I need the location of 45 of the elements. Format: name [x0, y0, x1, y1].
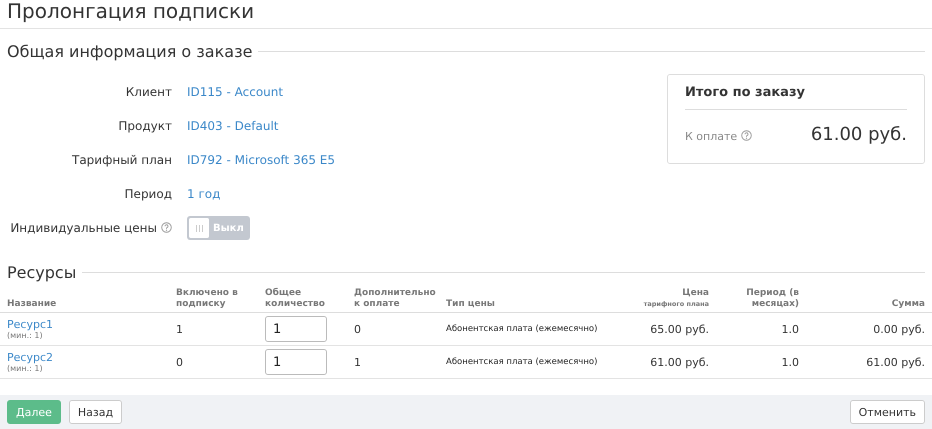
field-label: Клиент [124, 84, 172, 101]
section-title: Общая информация о заказе [7, 42, 252, 61]
table-cell: 1 [169, 312, 258, 346]
column-header: Период (в месяцах) [716, 284, 806, 312]
quantity-input[interactable]: 1 [265, 316, 327, 342]
field-label: Продукт [117, 118, 172, 135]
quantity-input[interactable]: 1 [265, 349, 327, 375]
summary-title: Итого по заказу [685, 85, 907, 110]
back-button[interactable]: Назад [68, 400, 122, 424]
summary-label: К оплате [685, 130, 738, 143]
section-title: Ресурсы [7, 263, 76, 282]
field-label: Индивидуальные цены [10, 221, 157, 235]
table-cell: 0 [347, 312, 439, 346]
field-link[interactable]: ID115 - Account [187, 85, 284, 99]
total-amount: 61.00 руб. [810, 124, 907, 145]
field-link[interactable]: ID792 - Microsoft 365 E5 [187, 153, 336, 167]
table-cell: 1.0 [716, 312, 806, 346]
column-header: Тип цены [439, 284, 609, 312]
table-cell: 61.00 руб. [806, 346, 932, 378]
table-cell: 65.00 руб. [609, 312, 716, 346]
column-header: Сумма [806, 284, 932, 312]
help-icon [161, 222, 172, 233]
table-cell: 0 [169, 346, 258, 378]
cancel-button[interactable]: Отменить [850, 400, 925, 424]
minimum-note: (мин.: 1) [7, 331, 43, 340]
column-header: Включено в подписку [169, 284, 258, 312]
table-cell: 1 [347, 346, 439, 378]
table-cell: 61.00 руб. [609, 346, 716, 378]
field-label: Тарифный план [70, 152, 172, 169]
field-link[interactable]: ID403 - Default [187, 119, 278, 133]
resource-link[interactable]: Ресурс1 [7, 318, 53, 331]
table-cell: Абонентская плата (ежемесячно) [439, 312, 609, 346]
next-button[interactable]: Далее [7, 400, 61, 424]
column-header: Общее количество [258, 284, 347, 312]
table-cell: 1.0 [716, 346, 806, 378]
column-header: Дополнительно к оплате [347, 284, 439, 312]
resource-link[interactable]: Ресурс2 [7, 351, 53, 364]
field-link[interactable]: 1 год [187, 187, 220, 201]
page-title: Пролонгация подписки [0, 0, 932, 29]
minimum-note: (мин.: 1) [7, 364, 43, 373]
table-cell: 0.00 руб. [806, 312, 932, 346]
table-cell: Абонентская плата (ежемесячно) [439, 346, 609, 378]
column-header: Название [0, 284, 169, 312]
field-label: Период [124, 186, 172, 203]
help-icon [741, 130, 752, 141]
